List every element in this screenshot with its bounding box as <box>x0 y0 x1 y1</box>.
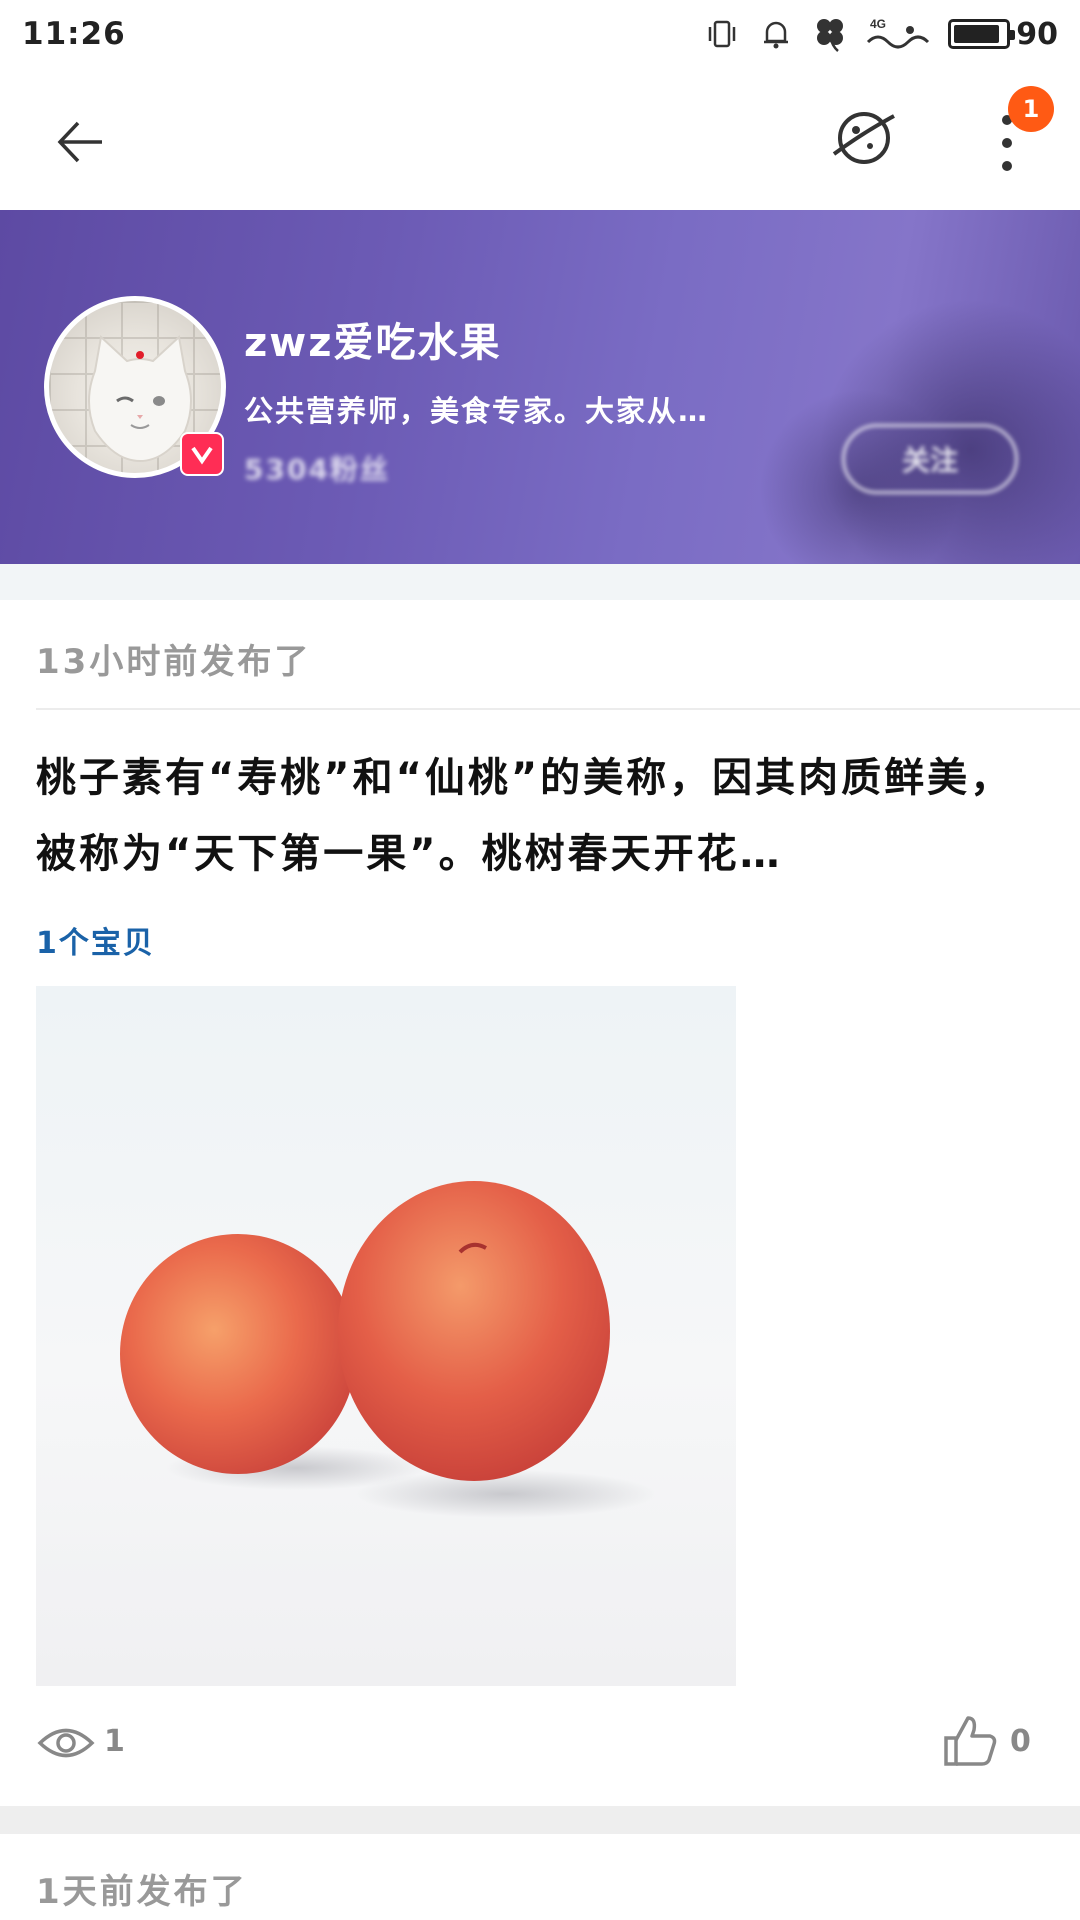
app-bar: 1 <box>0 68 1080 210</box>
post-time: 1天前发布了 <box>36 1872 248 1912</box>
arrow-left-icon <box>57 121 102 163</box>
profile-banner: zwz爱吃水果 公共营养师，美食专家。大家从… 5304粉丝 关注 <box>0 210 1080 564</box>
status-icons: 4G 90 <box>702 14 1058 54</box>
status-time: 11:26 <box>22 16 126 52</box>
vibrate-icon <box>702 14 742 54</box>
bell-icon <box>756 14 796 54</box>
post-card[interactable]: 13小时前发布了 桃子素有“寿桃”和“仙桃”的美称，因其肉质鲜美，被称为“天下第… <box>0 600 1080 1806</box>
follower-count-blurred: 5304粉丝 <box>244 453 390 486</box>
clover-icon <box>810 14 850 54</box>
post-image-peaches[interactable] <box>36 986 736 1686</box>
verified-v-icon <box>191 446 213 465</box>
planet-button[interactable] <box>824 98 904 178</box>
post-card[interactable]: 1天前发布了 <box>0 1834 1080 1920</box>
post-time: 13小时前发布了 <box>36 642 312 682</box>
notification-badge: 1 <box>1008 86 1054 132</box>
back-button[interactable] <box>44 106 116 178</box>
profile-username[interactable]: zwz爱吃水果 <box>244 310 502 368</box>
follow-button-blurred[interactable]: 关注 <box>842 424 1018 494</box>
view-count: 1 <box>104 1724 125 1759</box>
battery-icon <box>948 19 1016 49</box>
post-divider <box>36 708 1080 710</box>
eye-icon <box>36 1720 96 1766</box>
battery-indicator: 90 <box>948 17 1058 52</box>
verified-badge <box>180 432 224 476</box>
like-count: 0 <box>1010 1724 1031 1759</box>
section-gap <box>0 564 1080 600</box>
battery-level: 90 <box>1016 16 1058 52</box>
profile-bio: 公共营养师，美食专家。大家从… <box>244 394 710 428</box>
item-count-link[interactable]: 1个宝贝 <box>36 918 155 962</box>
section-gap <box>0 1806 1080 1834</box>
peach-photo <box>120 1181 656 1518</box>
planet-icon <box>832 112 895 164</box>
post-text[interactable]: 桃子素有“寿桃”和“仙桃”的美称，因其肉质鲜美，被称为“天下第一果”。桃树春天开… <box>36 740 1046 892</box>
network-type: 4G <box>870 17 886 31</box>
status-bar: 11:26 4G 90 <box>0 0 1080 68</box>
thumbs-up-icon[interactable] <box>942 1712 1000 1770</box>
signal-icon: 4G <box>864 14 934 54</box>
